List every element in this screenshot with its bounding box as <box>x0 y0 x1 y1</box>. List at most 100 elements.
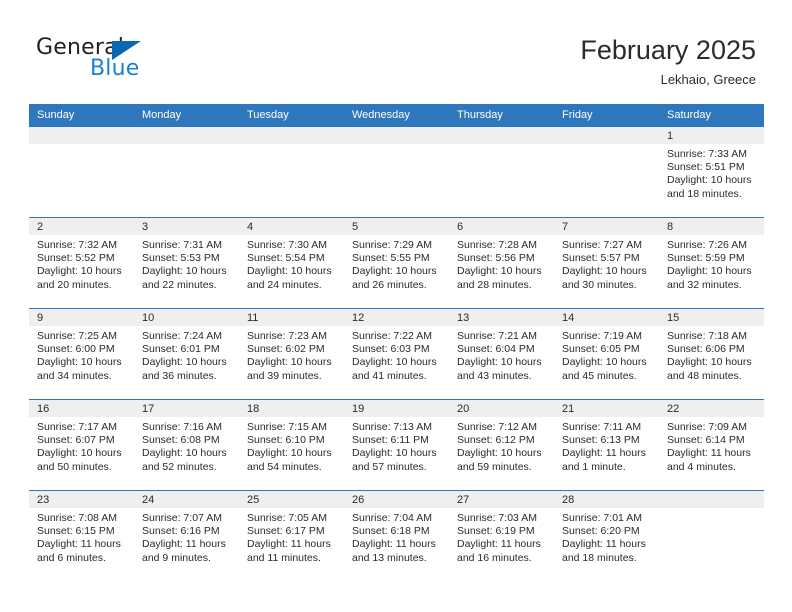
calendar-day-cell[interactable]: 24 Sunrise: 7:07 AM Sunset: 6:16 PM Dayligh… <box>134 490 239 581</box>
day-number: 24 <box>134 491 239 508</box>
daylight-duration-line1: Daylight: 10 hours <box>247 447 332 460</box>
day-number: 6 <box>449 218 554 235</box>
calendar-day-cell[interactable]: 12 Sunrise: 7:22 AM Sunset: 6:03 PM Dayligh… <box>344 308 449 400</box>
day-cell-details: Sunrise: 7:27 AM Sunset: 5:57 PM Daylight:… <box>554 235 659 292</box>
day-cell-inner: 20 Sunrise: 7:12 AM Sunset: 6:12 PM Dayligh… <box>449 400 554 490</box>
day-cell-inner: 3 Sunrise: 7:31 AM Sunset: 5:53 PM Daylight… <box>134 218 239 308</box>
calendar-week-row: 23 Sunrise: 7:08 AM Sunset: 6:15 PM Dayligh… <box>29 490 764 581</box>
daylight-duration-line1: Daylight: 11 hours <box>562 538 646 551</box>
day-number: 10 <box>134 309 239 326</box>
calendar-day-cell[interactable]: 2 Sunrise: 7:32 AM Sunset: 5:52 PM Daylight… <box>29 217 134 309</box>
daylight-duration-line1: Daylight: 10 hours <box>667 265 752 278</box>
day-number <box>134 127 239 144</box>
calendar-day-cell[interactable]: 11 Sunrise: 7:23 AM Sunset: 6:02 PM Dayligh… <box>239 308 344 400</box>
sunrise-time: Sunrise: 7:27 AM <box>562 239 642 251</box>
daylight-duration-line1: Daylight: 10 hours <box>352 447 437 460</box>
day-cell-inner: 28 Sunrise: 7:01 AM Sunset: 6:20 PM Dayligh… <box>554 491 659 581</box>
day-cell-details: Sunrise: 7:04 AM Sunset: 6:18 PM Daylight:… <box>344 508 449 565</box>
calendar-day-cell[interactable]: 16 Sunrise: 7:17 AM Sunset: 6:07 PM Dayligh… <box>29 399 134 491</box>
calendar-day-cell[interactable]: 8 Sunrise: 7:26 AM Sunset: 5:59 PM Daylight… <box>659 217 764 309</box>
weekday-header-sunday: Sunday <box>29 104 134 127</box>
day-cell-inner: 22 Sunrise: 7:09 AM Sunset: 6:14 PM Dayligh… <box>659 400 764 490</box>
daylight-duration-line1: Daylight: 11 hours <box>142 538 226 551</box>
day-cell-inner: 12 Sunrise: 7:22 AM Sunset: 6:03 PM Dayligh… <box>344 309 449 399</box>
calendar-day-cell[interactable]: 5 Sunrise: 7:29 AM Sunset: 5:55 PM Daylight… <box>344 217 449 309</box>
day-cell-inner <box>134 127 239 217</box>
calendar-day-cell[interactable]: 3 Sunrise: 7:31 AM Sunset: 5:53 PM Daylight… <box>134 217 239 309</box>
calendar-day-cell[interactable]: 1 Sunrise: 7:33 AM Sunset: 5:51 PM Daylight… <box>659 126 764 218</box>
day-cell-details: Sunrise: 7:25 AM Sunset: 6:00 PM Daylight:… <box>29 326 134 383</box>
calendar-day-cell[interactable]: 7 Sunrise: 7:27 AM Sunset: 5:57 PM Daylight… <box>554 217 659 309</box>
daylight-duration-line1: Daylight: 11 hours <box>457 538 541 551</box>
daylight-duration-line1: Daylight: 10 hours <box>247 265 332 278</box>
sunrise-time: Sunrise: 7:19 AM <box>562 330 642 342</box>
day-number <box>554 127 659 144</box>
calendar-day-cell[interactable]: 14 Sunrise: 7:19 AM Sunset: 6:05 PM Dayligh… <box>554 308 659 400</box>
day-cell-details: Sunrise: 7:28 AM Sunset: 5:56 PM Daylight:… <box>449 235 554 292</box>
sunrise-time: Sunrise: 7:33 AM <box>667 148 747 160</box>
daylight-duration-line2: and 34 minutes. <box>37 369 112 382</box>
day-cell-inner <box>344 127 449 217</box>
weekday-header-thursday: Thursday <box>449 104 554 127</box>
day-cell-details: Sunrise: 7:09 AM Sunset: 6:14 PM Daylight:… <box>659 417 764 474</box>
daylight-duration-line2: and 39 minutes. <box>247 369 322 382</box>
calendar-day-cell[interactable]: 15 Sunrise: 7:18 AM Sunset: 6:06 PM Dayligh… <box>659 308 764 400</box>
sunset-time: Sunset: 6:17 PM <box>247 525 325 538</box>
daylight-duration-line2: and 28 minutes. <box>457 278 532 291</box>
calendar-day-cell[interactable]: 21 Sunrise: 7:11 AM Sunset: 6:13 PM Dayligh… <box>554 399 659 491</box>
daylight-duration-line1: Daylight: 10 hours <box>247 356 332 369</box>
calendar-day-cell[interactable]: 23 Sunrise: 7:08 AM Sunset: 6:15 PM Dayligh… <box>29 490 134 581</box>
daylight-duration-line2: and 22 minutes. <box>142 278 217 291</box>
calendar-day-cell[interactable]: 26 Sunrise: 7:04 AM Sunset: 6:18 PM Dayligh… <box>344 490 449 581</box>
sunrise-time: Sunrise: 7:07 AM <box>142 512 222 524</box>
day-cell-details: Sunrise: 7:13 AM Sunset: 6:11 PM Daylight:… <box>344 417 449 474</box>
sunrise-time: Sunrise: 7:21 AM <box>457 330 537 342</box>
sunset-time: Sunset: 6:12 PM <box>457 434 535 447</box>
day-number <box>29 127 134 144</box>
calendar-day-cell[interactable]: 22 Sunrise: 7:09 AM Sunset: 6:14 PM Dayligh… <box>659 399 764 491</box>
daylight-duration-line2: and 54 minutes. <box>247 460 322 473</box>
sunset-time: Sunset: 6:20 PM <box>562 525 640 538</box>
sunset-time: Sunset: 6:08 PM <box>142 434 220 447</box>
day-number: 26 <box>344 491 449 508</box>
sunset-time: Sunset: 6:04 PM <box>457 343 535 356</box>
calendar-day-cell[interactable]: 25 Sunrise: 7:05 AM Sunset: 6:17 PM Dayligh… <box>239 490 344 581</box>
daylight-duration-line1: Daylight: 10 hours <box>142 447 227 460</box>
day-cell-details: Sunrise: 7:23 AM Sunset: 6:02 PM Daylight:… <box>239 326 344 383</box>
calendar-day-cell[interactable]: 17 Sunrise: 7:16 AM Sunset: 6:08 PM Dayligh… <box>134 399 239 491</box>
daylight-duration-line2: and 11 minutes. <box>247 551 321 564</box>
sunrise-time: Sunrise: 7:05 AM <box>247 512 327 524</box>
day-cell-details: Sunrise: 7:11 AM Sunset: 6:13 PM Daylight:… <box>554 417 659 474</box>
weekday-header-monday: Monday <box>134 104 239 127</box>
day-number <box>344 127 449 144</box>
sunset-time: Sunset: 5:59 PM <box>667 252 745 265</box>
day-cell-inner: 24 Sunrise: 7:07 AM Sunset: 6:16 PM Dayligh… <box>134 491 239 581</box>
calendar-day-cell[interactable]: 6 Sunrise: 7:28 AM Sunset: 5:56 PM Daylight… <box>449 217 554 309</box>
calendar-day-cell[interactable]: 18 Sunrise: 7:15 AM Sunset: 6:10 PM Dayligh… <box>239 399 344 491</box>
day-cell-inner: 11 Sunrise: 7:23 AM Sunset: 6:02 PM Dayligh… <box>239 309 344 399</box>
calendar-day-cell[interactable]: 28 Sunrise: 7:01 AM Sunset: 6:20 PM Dayligh… <box>554 490 659 581</box>
general-blue-logo[interactable]: General Blue <box>36 36 236 86</box>
sunrise-time: Sunrise: 7:28 AM <box>457 239 537 251</box>
calendar-day-cell[interactable]: 19 Sunrise: 7:13 AM Sunset: 6:11 PM Dayligh… <box>344 399 449 491</box>
daylight-duration-line1: Daylight: 11 hours <box>352 538 436 551</box>
calendar-day-cell[interactable]: 10 Sunrise: 7:24 AM Sunset: 6:01 PM Dayligh… <box>134 308 239 400</box>
calendar-day-cell-empty <box>344 126 449 218</box>
calendar-table: Sunday Monday Tuesday Wednesday Thursday… <box>29 104 764 581</box>
calendar-header-row: Sunday Monday Tuesday Wednesday Thursday… <box>29 104 764 127</box>
calendar-day-cell[interactable]: 20 Sunrise: 7:12 AM Sunset: 6:12 PM Dayligh… <box>449 399 554 491</box>
day-number: 22 <box>659 400 764 417</box>
daylight-duration-line2: and 4 minutes. <box>667 460 736 473</box>
day-number: 2 <box>29 218 134 235</box>
daylight-duration-line2: and 16 minutes. <box>457 551 532 564</box>
day-number: 17 <box>134 400 239 417</box>
calendar-day-cell[interactable]: 27 Sunrise: 7:03 AM Sunset: 6:19 PM Dayligh… <box>449 490 554 581</box>
calendar-day-cell[interactable]: 13 Sunrise: 7:21 AM Sunset: 6:04 PM Dayligh… <box>449 308 554 400</box>
calendar-day-cell[interactable]: 4 Sunrise: 7:30 AM Sunset: 5:54 PM Daylight… <box>239 217 344 309</box>
calendar-day-cell[interactable]: 9 Sunrise: 7:25 AM Sunset: 6:00 PM Daylight… <box>29 308 134 400</box>
day-cell-details: Sunrise: 7:16 AM Sunset: 6:08 PM Daylight:… <box>134 417 239 474</box>
sunset-time: Sunset: 6:07 PM <box>37 434 115 447</box>
day-cell-inner: 8 Sunrise: 7:26 AM Sunset: 5:59 PM Daylight… <box>659 218 764 308</box>
sunrise-time: Sunrise: 7:17 AM <box>37 421 117 433</box>
daylight-duration-line1: Daylight: 10 hours <box>37 265 122 278</box>
